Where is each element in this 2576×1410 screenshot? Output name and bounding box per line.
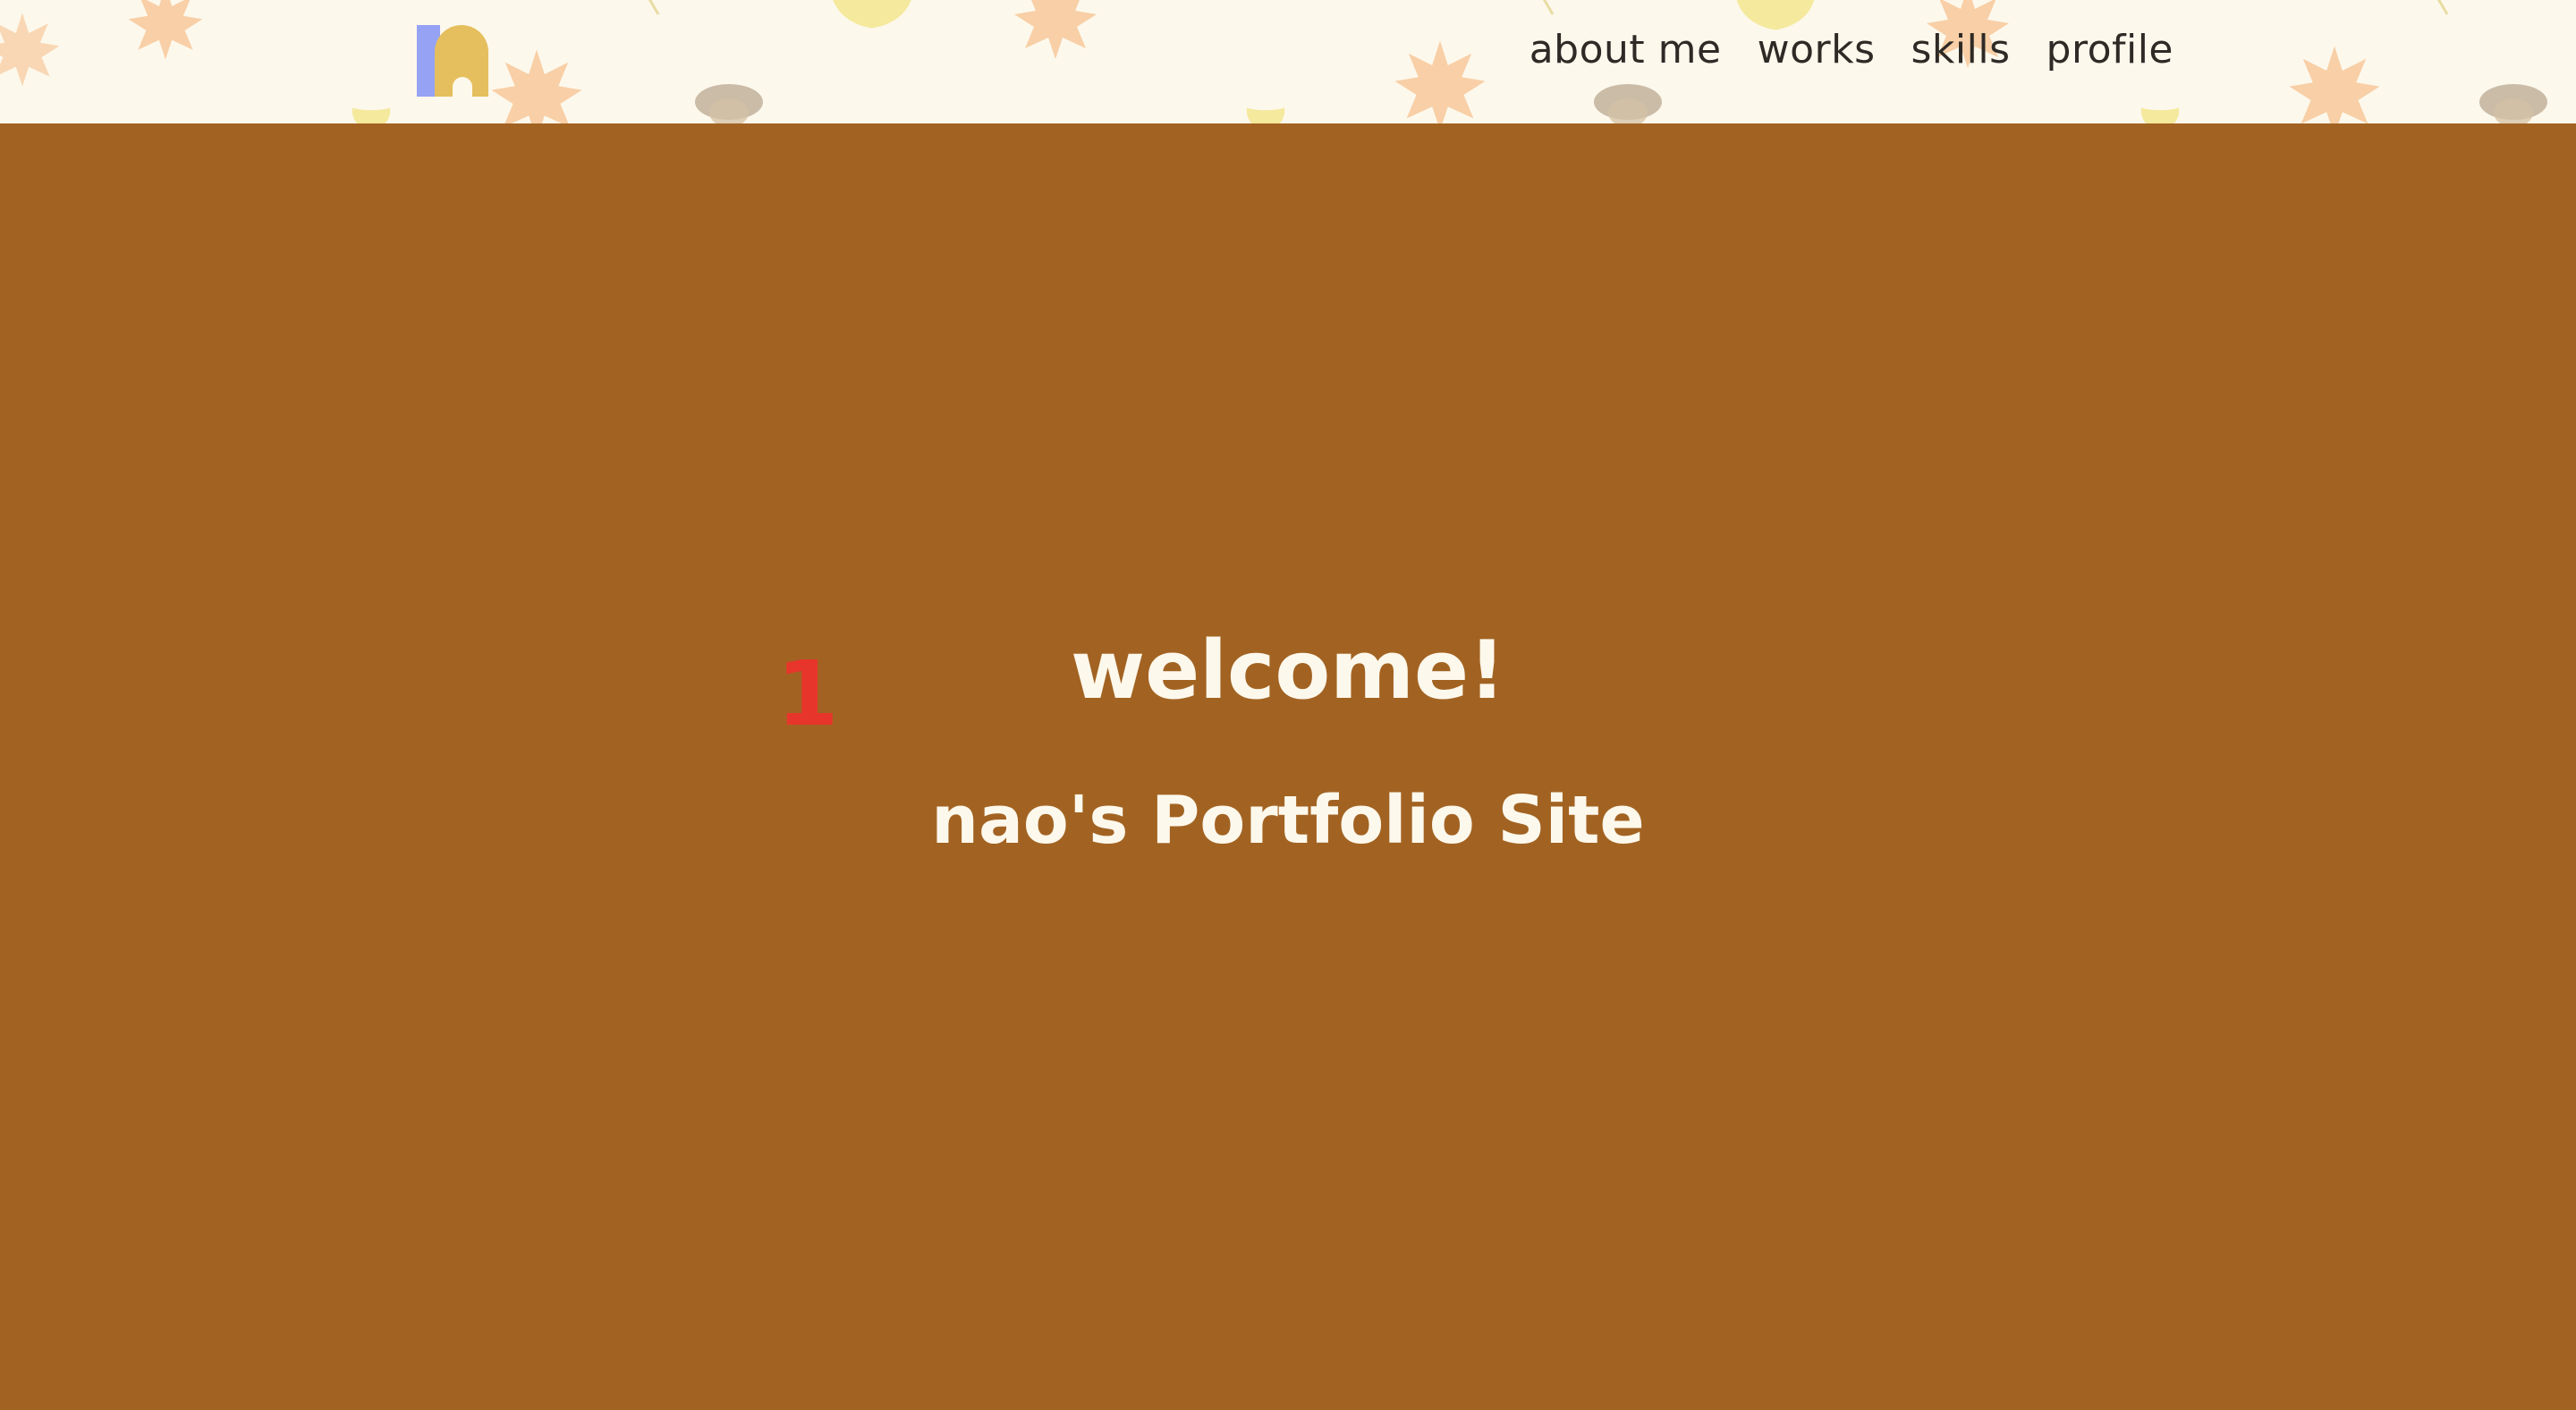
page: about me works skills profile 1 welcome!…: [0, 0, 2576, 1410]
maple-leaf-icon: [1002, 0, 1109, 63]
maple-leaf-icon: [2281, 41, 2388, 123]
ginkgo-leaf-icon: [1234, 106, 1297, 123]
main-nav: about me works skills profile: [1530, 30, 2174, 70]
site-header: about me works skills profile: [0, 0, 2576, 123]
nav-link-skills[interactable]: skills: [1911, 30, 2011, 70]
ginkgo-leaf-icon: [2129, 106, 2191, 123]
maple-leaf-icon: [483, 45, 590, 123]
acorn-icon: [2478, 82, 2549, 123]
twig-icon: [1538, 0, 1556, 18]
acorn-icon: [693, 82, 765, 123]
ginkgo-leaf-icon: [823, 0, 921, 54]
hero-title: welcome!: [1070, 624, 1506, 718]
maple-leaf-icon: [0, 9, 63, 89]
site-logo-link[interactable]: [413, 23, 494, 98]
maple-leaf-icon: [1386, 36, 1494, 123]
nav-link-about-me[interactable]: about me: [1530, 30, 1722, 70]
twig-icon: [2433, 0, 2451, 18]
maple-leaf-icon: [116, 0, 215, 63]
nav-link-profile[interactable]: profile: [2046, 30, 2174, 70]
ginkgo-leaf-icon: [340, 106, 402, 123]
hero-subtitle: nao's Portfolio Site: [931, 782, 1645, 859]
nav-link-works[interactable]: works: [1758, 30, 1876, 70]
logo-arch-hole: [453, 77, 472, 97]
twig-icon: [644, 0, 662, 18]
acorn-icon: [1592, 82, 1664, 123]
